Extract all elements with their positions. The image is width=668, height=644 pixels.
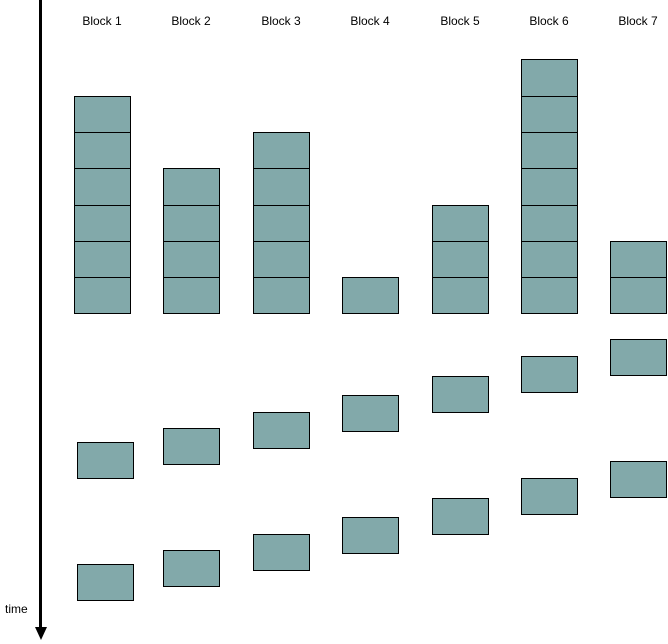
- block-label: Block 3: [261, 14, 301, 28]
- stack-cell: [74, 277, 131, 315]
- stack-cell: [163, 277, 220, 315]
- block-label: Block 4: [350, 14, 390, 28]
- stack-cell: [253, 240, 310, 279]
- stack-cell: [74, 204, 131, 242]
- upper-sequence-box: [253, 412, 310, 449]
- stack-cell: [521, 132, 578, 170]
- block-label: Block 7: [618, 14, 658, 28]
- stack-cell: [163, 204, 220, 242]
- lower-sequence-box: [253, 534, 310, 571]
- stack-cell: [253, 204, 310, 242]
- stack-cell: [432, 240, 489, 279]
- block-label: Block 2: [171, 14, 211, 28]
- stack-cell: [610, 277, 667, 315]
- lower-sequence-box: [77, 564, 134, 601]
- upper-sequence-box: [432, 376, 489, 413]
- stack-cell: [521, 168, 578, 206]
- stack-cell: [74, 95, 131, 133]
- stack-cell: [521, 95, 578, 133]
- upper-sequence-box: [163, 428, 220, 465]
- stack-cell: [253, 132, 310, 170]
- stack-cell: [521, 204, 578, 242]
- block-label: Block 1: [82, 14, 122, 28]
- block-label: Block 5: [440, 14, 480, 28]
- block-label: Block 6: [529, 14, 569, 28]
- stack-cell: [521, 277, 578, 315]
- stack-cell: [163, 240, 220, 279]
- time-axis-label: time: [5, 602, 28, 616]
- upper-sequence-box: [521, 356, 578, 393]
- stack-cell: [432, 204, 489, 242]
- stack-cell: [521, 240, 578, 279]
- stack-cell: [432, 277, 489, 315]
- lower-sequence-box: [432, 498, 489, 535]
- stack-cell: [253, 168, 310, 206]
- stack-cell: [521, 59, 578, 97]
- stack-cell: [610, 240, 667, 279]
- stack-cell: [74, 168, 131, 206]
- upper-sequence-box: [342, 395, 399, 432]
- time-axis: [39, 0, 42, 630]
- upper-sequence-box: [77, 442, 134, 479]
- stack-cell: [74, 240, 131, 279]
- arrow-down-icon: [35, 627, 47, 640]
- lower-sequence-box: [521, 478, 578, 515]
- stack-cell: [342, 277, 399, 315]
- lower-sequence-box: [163, 550, 220, 587]
- stack-cell: [163, 168, 220, 206]
- upper-sequence-box: [610, 339, 667, 376]
- stack-cell: [74, 132, 131, 170]
- lower-sequence-box: [610, 461, 667, 498]
- lower-sequence-box: [342, 517, 399, 554]
- stack-cell: [253, 277, 310, 315]
